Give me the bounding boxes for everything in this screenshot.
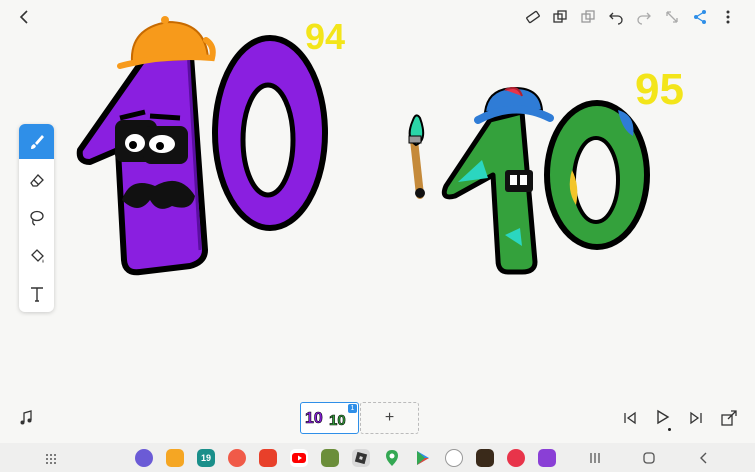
- svg-text:10: 10: [329, 412, 346, 429]
- eraser-icon: [29, 173, 44, 187]
- text-icon: [30, 286, 43, 302]
- add-frame-button[interactable]: +: [360, 402, 419, 434]
- green-ten-character: [408, 86, 650, 275]
- svg-text:10: 10: [305, 410, 323, 427]
- w-app-icon[interactable]: [538, 449, 556, 467]
- lasso-icon: [29, 210, 44, 226]
- frame-thumbnail-1[interactable]: 10 10 1: [300, 402, 359, 434]
- tool-panel: [19, 124, 54, 312]
- recents-icon[interactable]: [588, 451, 602, 470]
- brush-tool[interactable]: [19, 124, 54, 159]
- roblox-app-icon[interactable]: [352, 449, 370, 467]
- skip-start-icon[interactable]: [622, 410, 638, 431]
- export-icon[interactable]: [720, 409, 738, 432]
- calendar-day: 19: [200, 453, 211, 463]
- apps-grid-icon[interactable]: [45, 452, 57, 470]
- contacts-app-icon[interactable]: [228, 449, 246, 467]
- brush-icon: [30, 134, 44, 149]
- game-app-icon[interactable]: [476, 449, 494, 467]
- k-app-icon[interactable]: [507, 449, 525, 467]
- frame-badge: 1: [348, 404, 357, 413]
- minecraft-app-icon[interactable]: [321, 449, 339, 467]
- play-store-app-icon[interactable]: [414, 449, 432, 467]
- soccer-app-icon[interactable]: [445, 449, 463, 467]
- add-frame-label: +: [384, 409, 395, 426]
- music-note-icon[interactable]: [18, 410, 34, 426]
- play-indicator-dot: [668, 428, 671, 431]
- m-app-icon[interactable]: [259, 449, 277, 467]
- files-app-icon[interactable]: [166, 449, 184, 467]
- fill-tool[interactable]: [19, 238, 54, 273]
- messages-app-icon[interactable]: [135, 449, 153, 467]
- play-icon[interactable]: [654, 409, 671, 431]
- eraser-tool[interactable]: [19, 162, 54, 197]
- lasso-tool[interactable]: [19, 200, 54, 235]
- fill-icon: [30, 248, 44, 263]
- left-character-number: 94: [305, 16, 346, 57]
- right-character-number: 95: [635, 65, 684, 114]
- maps-app-icon[interactable]: [383, 449, 401, 467]
- text-tool[interactable]: [19, 276, 54, 311]
- purple-ten-character: [76, 16, 328, 276]
- skip-end-icon[interactable]: [688, 410, 704, 431]
- calendar-app-icon[interactable]: 19: [197, 449, 215, 467]
- nav-back-icon[interactable]: [697, 451, 711, 470]
- home-icon[interactable]: [642, 451, 656, 470]
- youtube-app-icon[interactable]: [290, 449, 308, 467]
